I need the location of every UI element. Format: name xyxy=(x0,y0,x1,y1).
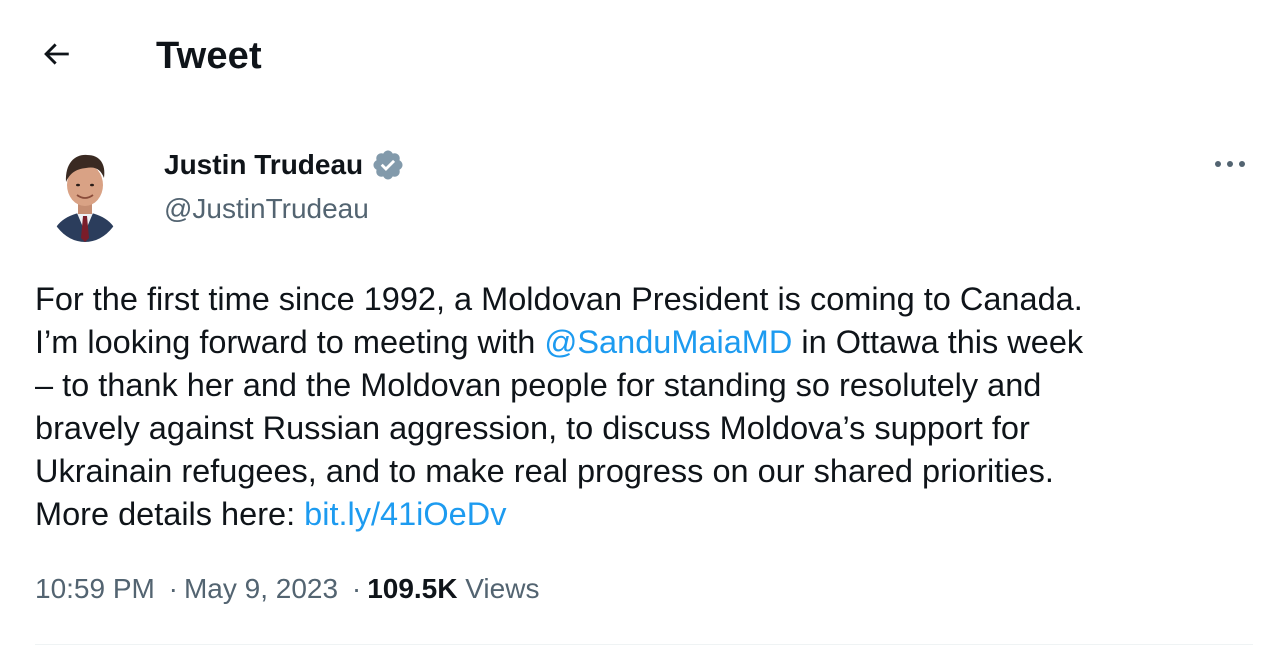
arrow-left-icon xyxy=(39,37,73,76)
tweet-text-segment: More details here: xyxy=(35,496,305,532)
tweet-line: I’m looking forward to meeting with @San… xyxy=(35,321,1265,364)
meta-separator: · xyxy=(351,573,362,604)
divider xyxy=(35,644,1253,645)
page-title: Tweet xyxy=(156,35,262,77)
author-handle[interactable]: @JustinTrudeau xyxy=(164,189,369,229)
tweet-text-segment: I’m looking forward to meeting with xyxy=(35,324,545,360)
meta-separator: · xyxy=(168,573,178,604)
views-count: 109.5K xyxy=(367,573,458,604)
more-dots-icon xyxy=(1210,157,1250,175)
tweet-line: More details here: bit.ly/41iOeDv xyxy=(35,493,1265,536)
back-button[interactable] xyxy=(30,30,82,82)
details-link[interactable]: bit.ly/41iOeDv xyxy=(304,496,506,532)
more-options-button[interactable] xyxy=(1206,146,1254,186)
tweet-date[interactable]: May 9, 2023 xyxy=(184,573,338,604)
mention-link[interactable]: @SanduMaiaMD xyxy=(544,324,792,360)
tweet-page: Tweet Justin Trudeau @JustinTrudeau For … xyxy=(0,0,1280,648)
tweet-meta: 10:59 PM · May 9, 2023 · 109.5K Views xyxy=(35,568,539,610)
tweet-line: Ukrainain refugees, and to make real pro… xyxy=(35,453,1054,489)
author-name-row: Justin Trudeau xyxy=(164,144,405,186)
tweet-time[interactable]: 10:59 PM xyxy=(35,573,155,604)
tweet-text-segment: in Ottawa this week xyxy=(792,324,1084,360)
tweet-line: For the first time since 1992, a Moldova… xyxy=(35,281,1083,317)
views-label: Views xyxy=(465,573,540,604)
tweet-text: For the first time since 1992, a Moldova… xyxy=(35,278,1265,536)
tweet-header: Tweet xyxy=(0,0,1280,112)
author-name[interactable]: Justin Trudeau xyxy=(164,144,363,186)
tweet-line: bravely against Russian aggression, to d… xyxy=(35,410,1030,446)
verified-badge-icon[interactable] xyxy=(371,148,405,182)
tweet-line: – to thank her and the Moldovan people f… xyxy=(35,367,1042,403)
avatar[interactable] xyxy=(46,142,124,242)
